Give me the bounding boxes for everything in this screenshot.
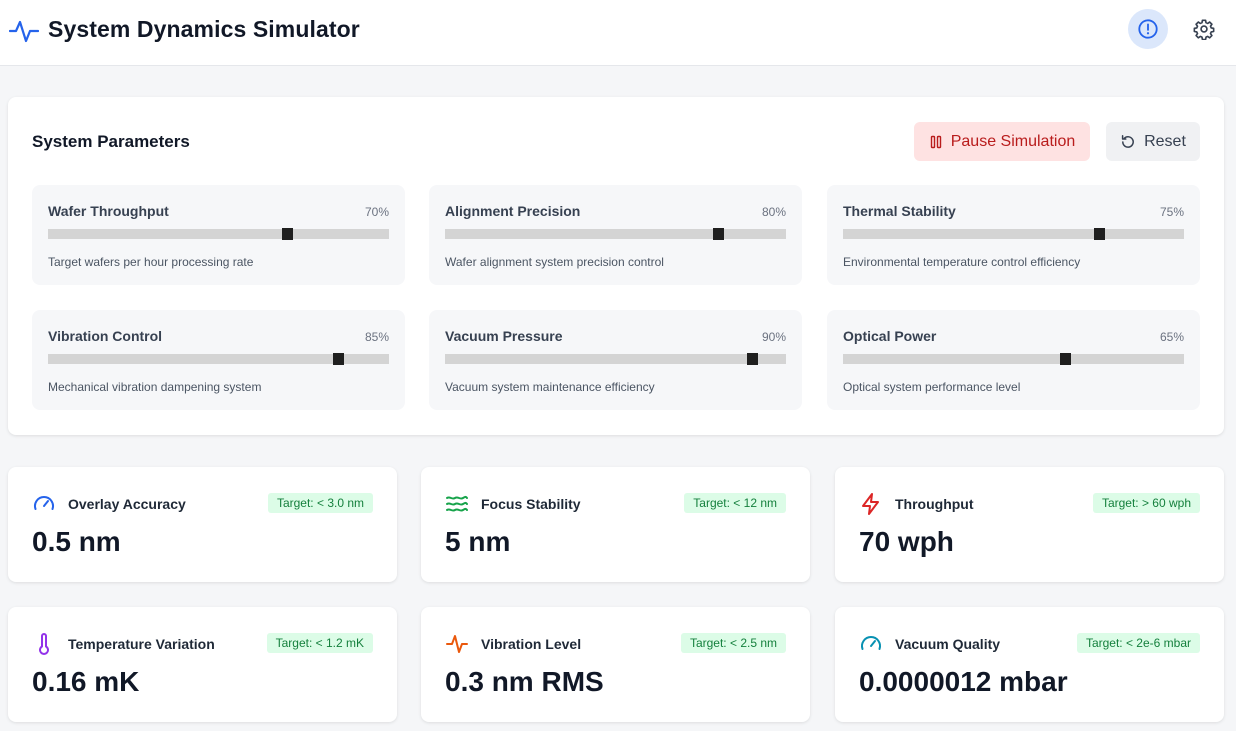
slider-thumb[interactable] — [1093, 228, 1105, 240]
panel-title: System Parameters — [32, 132, 190, 151]
reset-label: Reset — [1144, 132, 1186, 150]
metric-name: Focus Stability — [481, 496, 581, 512]
param-name: Thermal Stability — [843, 203, 956, 219]
reset-button[interactable]: Reset — [1106, 122, 1200, 161]
param-description: Vacuum system maintenance efficiency — [445, 380, 655, 394]
param-vacuum-pressure: Vacuum Pressure 90% Vacuum system mainte… — [429, 310, 802, 410]
pause-label: Pause Simulation — [950, 132, 1076, 150]
slider-thumb[interactable] — [746, 353, 758, 365]
metric-value: 0.0000012 mbar — [859, 666, 1068, 697]
slider-thumb[interactable] — [1059, 353, 1071, 365]
thermometer-icon — [39, 633, 49, 655]
pause-simulation-button[interactable]: Pause Simulation — [914, 122, 1090, 161]
alerts-button[interactable] — [1128, 9, 1168, 49]
param-name: Alignment Precision — [445, 203, 581, 219]
metric-name: Temperature Variation — [68, 636, 215, 652]
param-value: 85% — [364, 330, 389, 344]
system-parameters-panel: System Parameters Pause Simulation Reset… — [8, 97, 1224, 435]
param-description: Mechanical vibration dampening system — [48, 380, 262, 394]
metric-vacuum-quality: Vacuum Quality Target: < 2e-6 mbar 0.000… — [835, 607, 1224, 722]
alert-circle-icon — [1138, 19, 1158, 39]
metric-vibration-level: Vibration Level Target: < 2.5 nm 0.3 nm … — [421, 607, 810, 722]
metric-overlay-accuracy: Overlay Accuracy Target: < 3.0 nm 0.5 nm — [8, 467, 397, 582]
target-badge: Target: < 2.5 nm — [680, 633, 786, 653]
target-badge: Target: < 1.2 mK — [266, 633, 373, 653]
metric-focus-stability: Focus Stability Target: < 12 nm 5 nm — [421, 467, 810, 582]
param-slider[interactable] — [843, 353, 1184, 365]
target-badge: Target: < 12 nm — [684, 493, 786, 513]
param-value: 90% — [761, 330, 786, 344]
gear-icon — [1193, 19, 1215, 40]
param-value: 75% — [1159, 205, 1184, 219]
metric-name: Vibration Level — [481, 636, 582, 652]
param-value: 70% — [364, 205, 389, 219]
slider-thumb[interactable] — [712, 228, 724, 240]
param-slider[interactable] — [445, 353, 786, 365]
metric-value: 0.3 nm RMS — [445, 666, 604, 697]
param-wafer-throughput: Wafer Throughput 70% Target wafers per h… — [32, 185, 405, 285]
param-alignment-precision: Alignment Precision 80% Wafer alignment … — [429, 185, 802, 285]
param-slider[interactable] — [48, 228, 389, 240]
slider-thumb[interactable] — [281, 228, 293, 240]
rotate-ccw-icon — [1121, 134, 1134, 148]
param-optical-power: Optical Power 65% Optical system perform… — [827, 310, 1200, 410]
param-name: Optical Power — [843, 328, 937, 344]
param-slider[interactable] — [48, 353, 389, 365]
app-header: System Dynamics Simulator — [0, 0, 1236, 66]
param-value: 80% — [761, 205, 786, 219]
metric-temperature-variation: Temperature Variation Target: < 1.2 mK 0… — [8, 607, 397, 722]
gauge-icon — [34, 496, 54, 510]
lightning-icon — [862, 493, 879, 515]
param-description: Environmental temperature control effici… — [843, 255, 1081, 269]
pause-icon — [930, 135, 941, 148]
param-name: Vibration Control — [48, 328, 163, 344]
metric-value: 0.16 mK — [32, 666, 140, 697]
target-badge: Target: < 2e-6 mbar — [1076, 633, 1200, 653]
gauge-icon — [861, 636, 881, 650]
metric-value: 0.5 nm — [32, 526, 121, 557]
metric-value: 5 nm — [445, 526, 511, 557]
param-slider[interactable] — [445, 228, 786, 240]
activity-icon — [446, 635, 468, 653]
slider-thumb[interactable] — [332, 353, 344, 365]
param-description: Optical system performance level — [843, 380, 1021, 394]
activity-pulse-icon — [9, 20, 39, 43]
metric-value: 70 wph — [859, 526, 954, 557]
metric-name: Vacuum Quality — [895, 636, 1001, 652]
target-badge: Target: > 60 wph — [1092, 493, 1200, 513]
waves-icon — [446, 495, 468, 512]
target-badge: Target: < 3.0 nm — [267, 493, 373, 513]
param-name: Vacuum Pressure — [445, 328, 563, 344]
settings-button[interactable] — [1185, 9, 1223, 49]
param-name: Wafer Throughput — [48, 203, 169, 219]
param-description: Wafer alignment system precision control — [445, 255, 664, 269]
metric-name: Throughput — [895, 496, 974, 512]
param-thermal-stability: Thermal Stability 75% Environmental temp… — [827, 185, 1200, 285]
metric-name: Overlay Accuracy — [68, 496, 186, 512]
metric-throughput: Throughput Target: > 60 wph 70 wph — [835, 467, 1224, 582]
param-value: 65% — [1159, 330, 1184, 344]
param-vibration-control: Vibration Control 85% Mechanical vibrati… — [32, 310, 405, 410]
app-title: System Dynamics Simulator — [48, 16, 360, 42]
param-description: Target wafers per hour processing rate — [48, 255, 254, 269]
param-slider[interactable] — [843, 228, 1184, 240]
